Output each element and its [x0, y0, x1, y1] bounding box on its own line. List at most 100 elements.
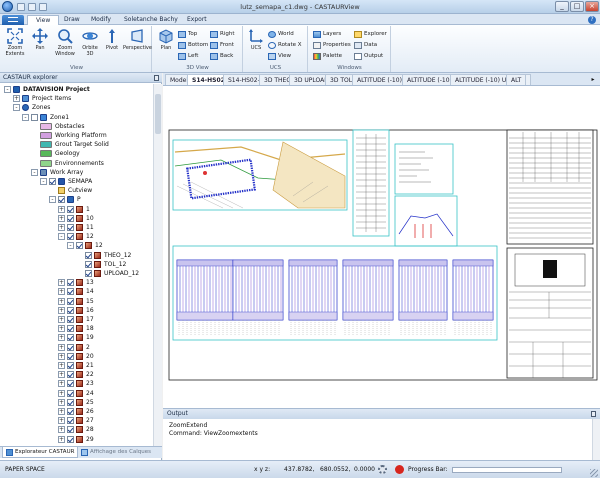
tree-scrollbar-thumb[interactable] [155, 94, 161, 134]
expand-icon[interactable]: + [58, 297, 65, 305]
expand-icon[interactable]: + [58, 316, 65, 323]
maximize-icon[interactable]: □ [570, 1, 584, 12]
tree-node[interactable]: +21 [0, 361, 153, 370]
left-view-button[interactable]: Left [177, 51, 198, 61]
expand-icon[interactable]: + [58, 224, 65, 231]
node-checkbox[interactable] [67, 233, 74, 241]
bottom-view-button[interactable]: Bottom [177, 40, 208, 50]
tree-node[interactable]: +24 [0, 389, 153, 398]
front-view-button[interactable]: Front [209, 40, 234, 50]
collapse-icon[interactable]: - [4, 86, 11, 93]
node-checkbox[interactable] [67, 224, 74, 231]
expand-icon[interactable]: + [58, 408, 65, 415]
node-checkbox[interactable] [67, 297, 74, 305]
zoom-window-button[interactable]: Zoom Window [53, 28, 77, 57]
tree-node[interactable]: - Zone1 [0, 113, 153, 122]
expand-icon[interactable]: + [58, 214, 65, 222]
tree-node[interactable]: +13 [0, 278, 153, 287]
tree-node[interactable]: Geology [0, 149, 153, 158]
node-checkbox[interactable] [67, 417, 74, 425]
tree-node[interactable]: Cutview [0, 186, 153, 195]
expand-icon[interactable]: + [58, 288, 65, 296]
tree-node[interactable]: +10 [0, 214, 153, 223]
explorer-button[interactable]: Explorer [353, 29, 387, 39]
collapse-icon[interactable]: - [67, 242, 74, 250]
tab-explorateur-castaur[interactable]: Explorateur CASTAUR [2, 447, 79, 458]
drawing-canvas[interactable] [163, 86, 600, 408]
expand-icon[interactable]: + [58, 352, 65, 360]
tree-node[interactable]: - 12 [0, 241, 153, 250]
tree-node[interactable]: +29 [0, 435, 153, 444]
collapse-icon[interactable]: - [40, 178, 47, 185]
tree-node[interactable]: -P [0, 195, 153, 204]
node-checkbox[interactable] [67, 343, 74, 351]
tree-node[interactable]: - 12 [0, 232, 153, 241]
tree-node[interactable]: THEO_12 [0, 251, 153, 260]
tree-node[interactable]: +16 [0, 306, 153, 315]
expand-icon[interactable]: + [58, 398, 65, 406]
node-checkbox[interactable] [67, 352, 74, 360]
node-checkbox[interactable] [67, 279, 74, 287]
expand-icon[interactable]: + [58, 417, 65, 425]
node-checkbox[interactable] [67, 389, 74, 397]
perspective-button[interactable]: Perspective [123, 28, 152, 51]
minimize-icon[interactable]: _ [555, 1, 569, 12]
tab-view[interactable]: View [27, 15, 60, 25]
node-checkbox[interactable] [67, 334, 74, 342]
tab-soletanche-bachy[interactable]: Soletanche Bachy [116, 15, 186, 25]
output-pin-icon[interactable] [591, 411, 596, 417]
tree-node[interactable]: +15 [0, 297, 153, 306]
tree-node[interactable]: +17 [0, 315, 153, 324]
collapse-icon[interactable]: - [13, 104, 20, 112]
node-checkbox[interactable] [67, 325, 74, 333]
layout-tab[interactable]: ALT [506, 74, 527, 85]
node-checkbox[interactable] [67, 408, 74, 415]
right-view-button[interactable]: Right [209, 29, 234, 39]
output-scrollbar[interactable] [592, 419, 600, 461]
tree-node[interactable]: Grout Target Solid [0, 140, 153, 149]
node-checkbox[interactable] [31, 113, 38, 121]
help-icon[interactable]: ? [588, 16, 596, 24]
layers-button[interactable]: Layers [312, 29, 341, 39]
tree-node[interactable]: - Zones [0, 103, 153, 112]
expand-icon[interactable]: + [58, 426, 65, 434]
node-checkbox[interactable] [67, 316, 74, 323]
expand-icon[interactable]: + [58, 325, 65, 333]
node-checkbox[interactable] [85, 251, 92, 259]
node-checkbox[interactable] [85, 270, 92, 277]
orbit-3d-button[interactable]: Orbite 3D [79, 28, 101, 57]
tree-node[interactable]: +14 [0, 287, 153, 296]
tree-node[interactable]: Environnements [0, 159, 153, 168]
tree-node[interactable]: TOL_12 [0, 260, 153, 269]
tree-node[interactable]: +25 [0, 398, 153, 407]
tree-node[interactable]: UPLOAD_12 [0, 269, 153, 278]
tree-node[interactable]: +22 [0, 370, 153, 379]
node-checkbox[interactable] [49, 178, 56, 185]
node-checkbox[interactable] [76, 242, 83, 250]
expand-icon[interactable]: + [58, 380, 65, 388]
pan-button[interactable]: Pan [29, 28, 51, 51]
world-ucs-button[interactable]: World [267, 29, 294, 39]
tree-node[interactable]: + Project Items [0, 94, 153, 103]
view-ucs-button[interactable]: View [267, 51, 291, 61]
node-checkbox[interactable] [67, 371, 74, 379]
expand-icon[interactable]: + [58, 389, 65, 397]
tree-node[interactable]: +2 [0, 343, 153, 352]
tree-node[interactable]: - Work Array [0, 168, 153, 177]
rotate-x-button[interactable]: Rotate X [267, 40, 302, 50]
node-checkbox[interactable] [67, 435, 74, 443]
node-checkbox[interactable] [67, 288, 74, 296]
expand-icon[interactable]: + [58, 334, 65, 342]
tab-scroll-right-icon[interactable]: ▸ [587, 75, 599, 85]
expand-icon[interactable]: + [58, 279, 65, 287]
tree-node[interactable]: +26 [0, 407, 153, 416]
properties-button[interactable]: Properties [312, 40, 351, 50]
tree-node[interactable]: - DATAVISION Project [0, 85, 153, 94]
back-view-button[interactable]: Back [209, 51, 233, 61]
collapse-icon[interactable]: - [49, 196, 56, 204]
expand-icon[interactable]: + [58, 205, 65, 213]
node-checkbox[interactable] [67, 380, 74, 388]
expand-icon[interactable]: + [58, 362, 65, 369]
pin-icon[interactable] [154, 75, 159, 81]
file-tab[interactable] [2, 15, 24, 25]
